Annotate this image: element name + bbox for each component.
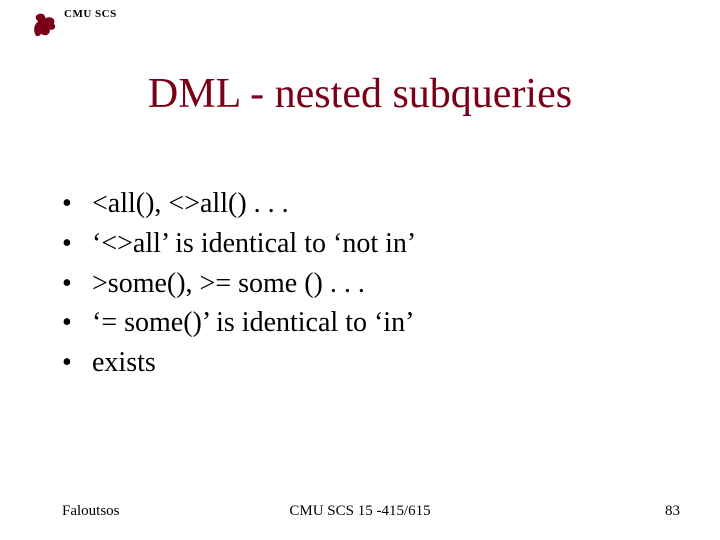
footer-page-number: 83 xyxy=(665,503,680,520)
list-item: <all(), <>all() . . . xyxy=(62,185,662,223)
header: CMU SCS xyxy=(30,8,117,38)
bullet-list: <all(), <>all() . . . ‘<>all’ is identic… xyxy=(62,185,662,384)
list-item: ‘= some()’ is identical to ‘in’ xyxy=(62,304,662,342)
list-item: ‘<>all’ is identical to ‘not in’ xyxy=(62,225,662,263)
slide: CMU SCS DML - nested subqueries <all(), … xyxy=(0,0,720,540)
slide-title: DML - nested subqueries xyxy=(0,70,720,118)
list-item: >some(), >= some () . . . xyxy=(62,265,662,303)
griffin-logo-icon xyxy=(30,10,58,38)
header-label: CMU SCS xyxy=(64,8,117,20)
footer-course: CMU SCS 15 -415/615 xyxy=(0,503,720,520)
list-item: exists xyxy=(62,344,662,382)
